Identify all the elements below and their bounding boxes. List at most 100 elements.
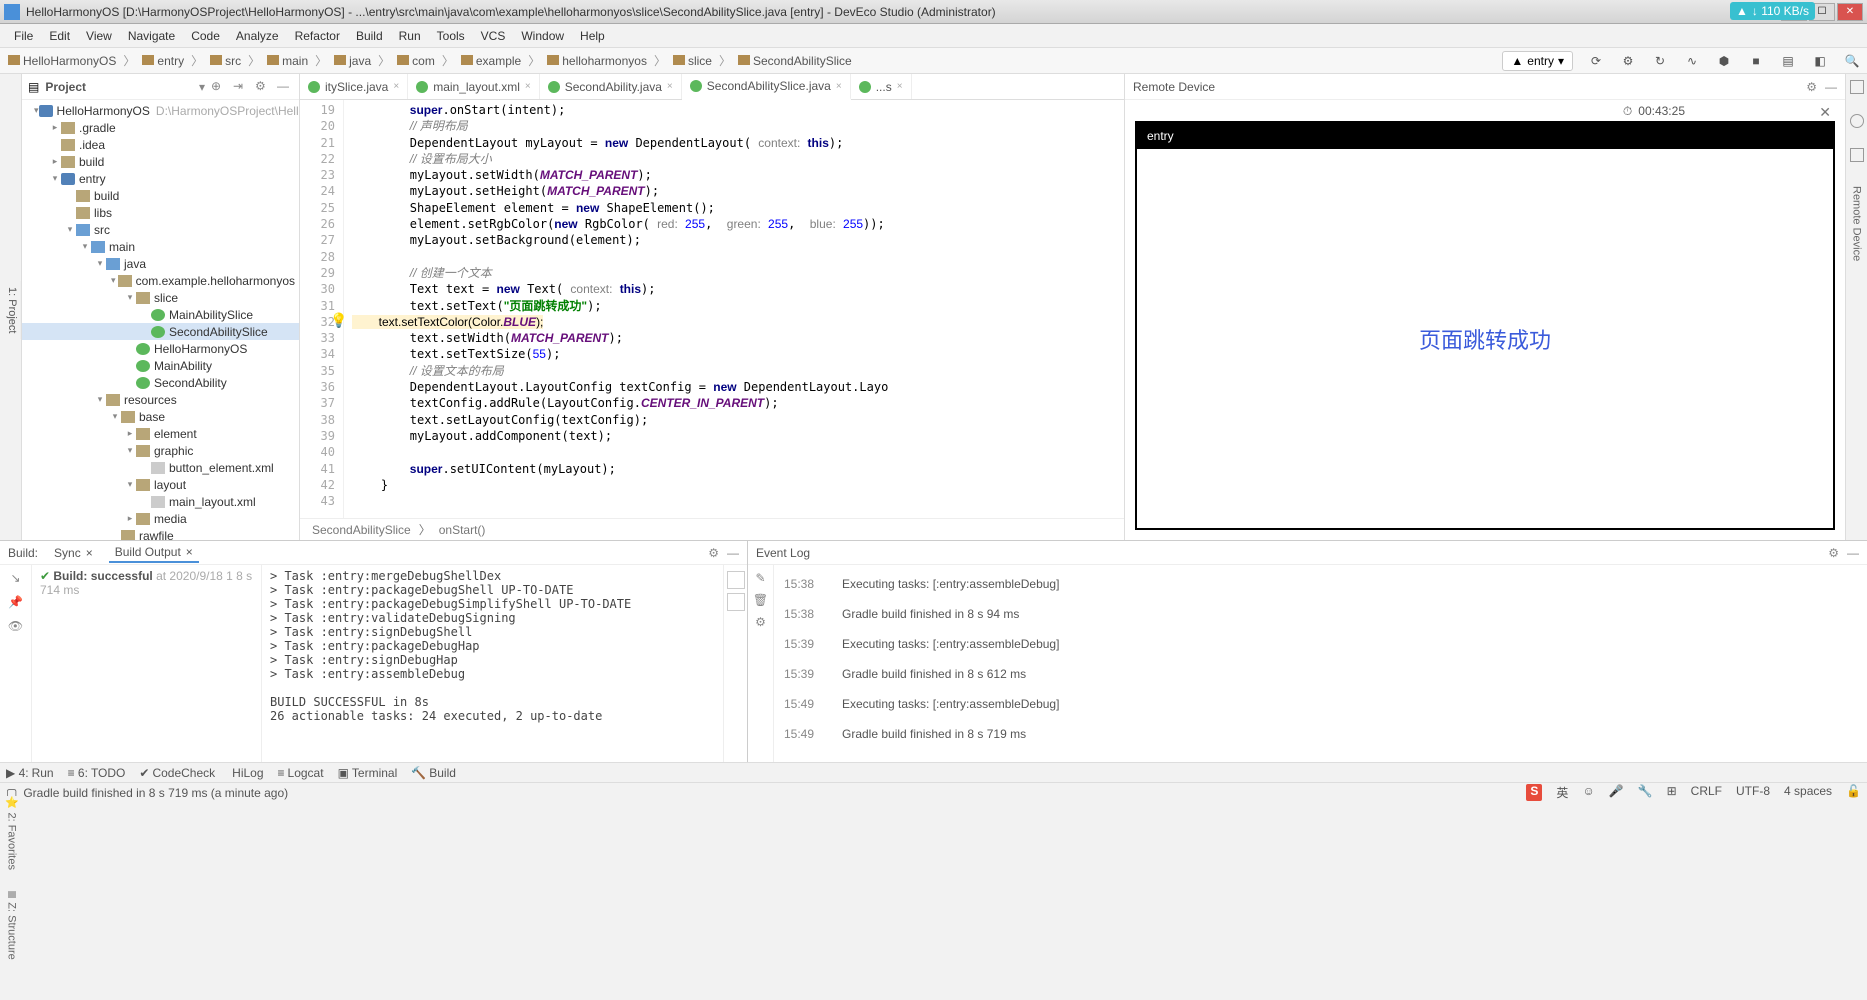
- tool-window-tab[interactable]: ▣Terminal: [338, 766, 398, 780]
- tool-window-tab[interactable]: ≡ 6:TODO: [68, 766, 126, 780]
- ime-indicator[interactable]: S: [1526, 784, 1542, 801]
- project-tool-tab[interactable]: 1: Project: [4, 281, 21, 339]
- code-editor[interactable]: super.onStart(intent); // 声明布局 Dependent…: [344, 100, 1124, 518]
- tool-window-tab[interactable]: 🔨Build: [411, 766, 456, 780]
- tree-item[interactable]: HelloHarmonyOS: [22, 340, 299, 357]
- search-icon[interactable]: 🔍: [1843, 52, 1861, 70]
- tree-item[interactable]: ▾graphic: [22, 442, 299, 459]
- structure-tab[interactable]: ≣ Z: Structure: [6, 890, 19, 960]
- editor-tab[interactable]: ...s×: [851, 74, 912, 99]
- line-ending[interactable]: CRLF: [1691, 784, 1722, 801]
- menu-navigate[interactable]: Navigate: [120, 27, 183, 45]
- tree-item[interactable]: ▸media: [22, 510, 299, 527]
- menu-analyze[interactable]: Analyze: [228, 27, 287, 45]
- tree-item[interactable]: ▾layout: [22, 476, 299, 493]
- build-settings-icon[interactable]: ⚙: [708, 546, 719, 560]
- menu-edit[interactable]: Edit: [41, 27, 78, 45]
- debug-icon[interactable]: ⬢: [1715, 52, 1733, 70]
- stop-icon[interactable]: ■: [1747, 52, 1765, 70]
- tree-item[interactable]: SecondAbility: [22, 374, 299, 391]
- tree-item[interactable]: ▾com.example.helloharmonyos: [22, 272, 299, 289]
- refresh-icon[interactable]: ⟳: [1587, 52, 1605, 70]
- crumb-class[interactable]: SecondAbilitySlice: [312, 523, 411, 537]
- collapse-icon[interactable]: ⇥: [233, 79, 249, 95]
- tree-item[interactable]: ▾java: [22, 255, 299, 272]
- breadcrumb-item[interactable]: SecondAbilitySlice: [736, 54, 854, 68]
- tree-item[interactable]: ▾slice: [22, 289, 299, 306]
- editor-tab[interactable]: main_layout.xml×: [408, 74, 540, 99]
- ime-lang[interactable]: 英: [1556, 784, 1568, 801]
- editor-tab[interactable]: itySlice.java×: [300, 74, 408, 99]
- tree-item[interactable]: build: [22, 187, 299, 204]
- tree-item[interactable]: rawfile: [22, 527, 299, 540]
- tree-item[interactable]: button_element.xml: [22, 459, 299, 476]
- soft-wrap-icon[interactable]: [727, 571, 745, 589]
- tree-item[interactable]: ▾entry: [22, 170, 299, 187]
- editor-tab[interactable]: SecondAbilitySlice.java×: [682, 74, 851, 100]
- event-cog-icon[interactable]: ⚙: [755, 615, 766, 629]
- build-pin-icon[interactable]: 📌: [8, 595, 23, 609]
- breadcrumb-item[interactable]: helloharmonyos: [545, 54, 649, 68]
- menu-file[interactable]: File: [6, 27, 41, 45]
- breadcrumb-item[interactable]: src: [208, 54, 243, 68]
- tree-item[interactable]: ▾resources: [22, 391, 299, 408]
- tree-item[interactable]: ▾HelloHarmonyOSD:\HarmonyOSProject\Hello…: [22, 102, 299, 119]
- build-output-text[interactable]: > Task :entry:mergeDebugShellDex > Task …: [262, 565, 723, 762]
- editor-tab[interactable]: SecondAbility.java×: [540, 74, 682, 99]
- device-hide-icon[interactable]: —: [1825, 80, 1837, 94]
- event-trash-icon[interactable]: 🗑: [753, 593, 768, 607]
- hide-icon[interactable]: —: [277, 79, 293, 95]
- settings-icon[interactable]: ⚙: [1619, 52, 1637, 70]
- tree-item[interactable]: MainAbility: [22, 357, 299, 374]
- intention-bulb-icon[interactable]: 💡: [330, 312, 347, 329]
- settings-gear-icon[interactable]: ⚙: [255, 79, 271, 95]
- encoding[interactable]: UTF-8: [1736, 784, 1770, 801]
- status-icon-1[interactable]: ☺: [1582, 784, 1594, 801]
- build-filter-icon[interactable]: ↘: [10, 571, 20, 585]
- tree-item[interactable]: ▸.gradle: [22, 119, 299, 136]
- sync-icon[interactable]: ↻: [1651, 52, 1669, 70]
- tree-item[interactable]: ▸element: [22, 425, 299, 442]
- lock-icon[interactable]: 🔓: [1846, 784, 1861, 801]
- menu-refactor[interactable]: Refactor: [287, 27, 348, 45]
- build-tab-sync[interactable]: Sync ×: [48, 544, 99, 562]
- layout-icon[interactable]: ◧: [1811, 52, 1829, 70]
- project-view-selector[interactable]: ▤: [28, 80, 39, 94]
- run-config-dropdown[interactable]: ▲ entry ▾: [1502, 51, 1573, 71]
- menu-window[interactable]: Window: [513, 27, 572, 45]
- remote-device-tab[interactable]: Remote Device: [1851, 182, 1863, 265]
- right-tool-icon-2[interactable]: [1850, 114, 1864, 128]
- tree-item[interactable]: ▾base: [22, 408, 299, 425]
- breadcrumb-item[interactable]: entry: [140, 54, 186, 68]
- event-settings-icon[interactable]: ⚙: [1828, 546, 1839, 560]
- tree-item[interactable]: .idea: [22, 136, 299, 153]
- locate-icon[interactable]: ⊕: [211, 79, 227, 95]
- tree-item[interactable]: MainAbilitySlice: [22, 306, 299, 323]
- status-icon-4[interactable]: ⊞: [1667, 784, 1677, 801]
- breadcrumb-item[interactable]: HelloHarmonyOS: [6, 54, 118, 68]
- tool-window-tab[interactable]: ✔CodeCheck: [139, 766, 215, 780]
- build-tab-output[interactable]: Build Output ×: [109, 543, 199, 563]
- breadcrumb-item[interactable]: slice: [671, 54, 714, 68]
- status-icon-2[interactable]: 🎤: [1609, 784, 1624, 801]
- breadcrumb-item[interactable]: com: [395, 54, 437, 68]
- tree-item[interactable]: SecondAbilitySlice: [22, 323, 299, 340]
- menu-vcs[interactable]: VCS: [473, 27, 514, 45]
- tree-item[interactable]: ▸build: [22, 153, 299, 170]
- menu-tools[interactable]: Tools: [429, 27, 473, 45]
- breadcrumb-item[interactable]: example: [459, 54, 523, 68]
- tool-window-tab[interactable]: HiLog: [229, 766, 263, 780]
- menu-code[interactable]: Code: [183, 27, 228, 45]
- build-hide-icon[interactable]: —: [727, 546, 739, 560]
- device-close-icon[interactable]: ✕: [1819, 104, 1831, 121]
- menu-build[interactable]: Build: [348, 27, 391, 45]
- tree-item[interactable]: libs: [22, 204, 299, 221]
- build-eye-icon[interactable]: 👁: [8, 619, 23, 633]
- right-tool-icon-3[interactable]: [1850, 148, 1864, 162]
- tree-item[interactable]: ▾main: [22, 238, 299, 255]
- tree-item[interactable]: ▾src: [22, 221, 299, 238]
- window-close-button[interactable]: ✕: [1837, 3, 1863, 21]
- device-icon[interactable]: ▤: [1779, 52, 1797, 70]
- tree-item[interactable]: main_layout.xml: [22, 493, 299, 510]
- menu-view[interactable]: View: [78, 27, 120, 45]
